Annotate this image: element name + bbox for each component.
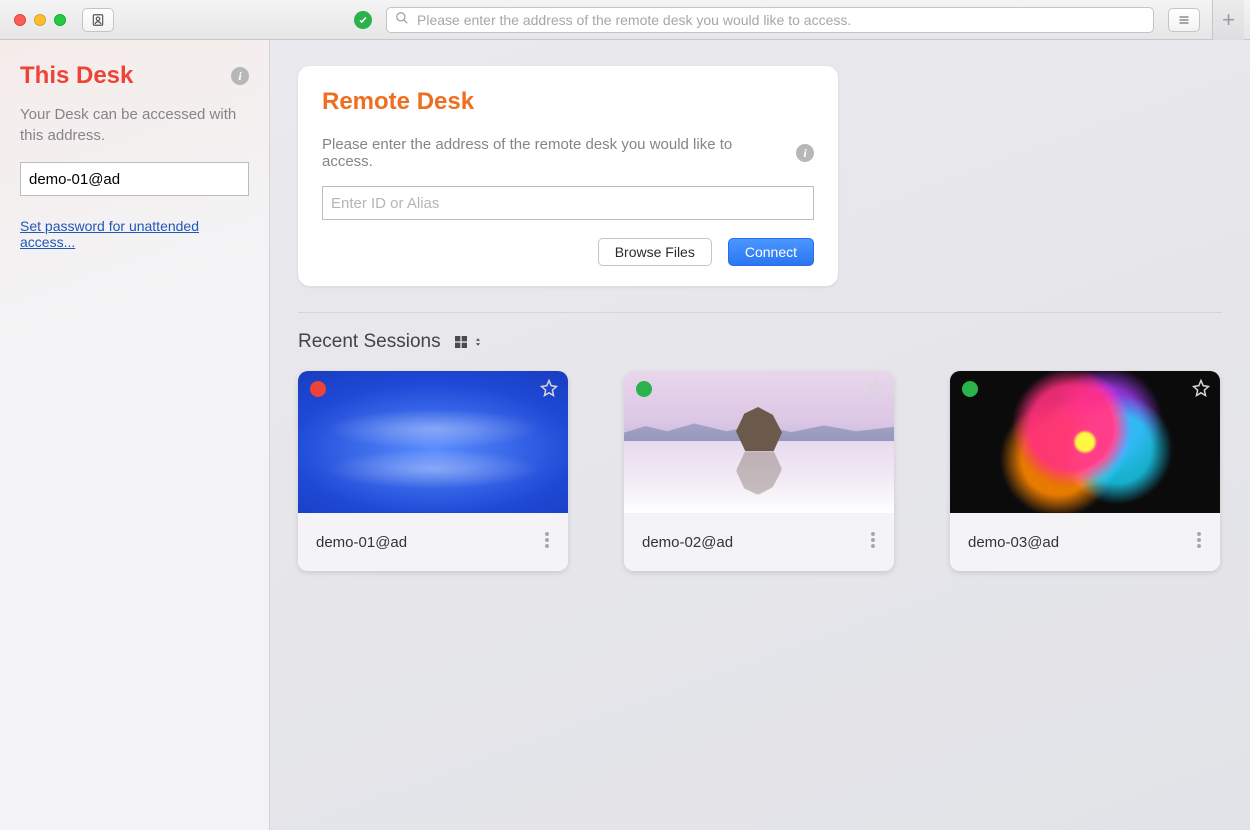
section-divider [298, 312, 1222, 313]
recent-sessions-header: Recent Sessions [298, 331, 1222, 353]
remote-desk-card: Remote Desk Please enter the address of … [298, 66, 838, 286]
plus-icon: + [1222, 7, 1235, 33]
session-menu-button[interactable] [870, 531, 876, 554]
kebab-icon [1196, 531, 1202, 549]
minimize-window-button[interactable] [34, 14, 46, 26]
maximize-window-button[interactable] [54, 14, 66, 26]
recent-sessions-title: Recent Sessions [298, 331, 441, 353]
remote-desk-info-icon[interactable]: i [796, 144, 814, 162]
session-status-dot [636, 381, 652, 397]
browse-files-button[interactable]: Browse Files [598, 238, 712, 266]
favorite-star-icon[interactable] [1192, 379, 1210, 402]
kebab-icon [544, 531, 550, 549]
search-icon [395, 11, 409, 28]
main-content: Remote Desk Please enter the address of … [270, 40, 1250, 830]
session-label: demo-03@ad [968, 534, 1059, 551]
remote-desk-description: Please enter the address of the remote d… [322, 136, 786, 170]
window-controls [14, 14, 66, 26]
session-thumbnail [298, 371, 568, 513]
session-card[interactable]: demo-02@ad [624, 371, 894, 571]
session-menu-button[interactable] [544, 531, 550, 554]
session-thumbnail [624, 371, 894, 513]
sort-arrows-icon [473, 334, 483, 350]
remote-desk-title: Remote Desk [322, 88, 814, 116]
this-desk-info-icon[interactable]: i [231, 67, 249, 85]
this-desk-title: This Desk [20, 62, 133, 90]
sessions-grid: demo-01@ad dem [298, 371, 1222, 571]
menu-button[interactable] [1168, 8, 1200, 32]
session-card[interactable]: demo-03@ad [950, 371, 1220, 571]
remote-address-input[interactable] [322, 186, 814, 220]
address-book-icon [91, 13, 105, 27]
titlebar-address-input[interactable] [415, 11, 1145, 29]
session-thumbnail [950, 371, 1220, 513]
this-desk-address-input[interactable] [20, 162, 249, 196]
session-label: demo-01@ad [316, 534, 407, 551]
connection-status-icon [354, 11, 372, 29]
this-desk-description: Your Desk can be accessed with this addr… [20, 104, 249, 146]
session-label: demo-02@ad [642, 534, 733, 551]
address-book-button[interactable] [82, 8, 114, 32]
connect-button[interactable]: Connect [728, 238, 814, 266]
favorite-star-icon[interactable] [540, 379, 558, 402]
session-menu-button[interactable] [1196, 531, 1202, 554]
sidebar: This Desk i Your Desk can be accessed wi… [0, 40, 270, 830]
favorite-star-icon[interactable] [866, 379, 884, 402]
hamburger-icon [1177, 14, 1191, 26]
session-status-dot [962, 381, 978, 397]
titlebar-address-search[interactable] [386, 7, 1154, 33]
session-status-dot [310, 381, 326, 397]
set-password-link[interactable]: Set password for unattended access... [20, 218, 249, 250]
grid-view-icon [453, 334, 469, 350]
close-window-button[interactable] [14, 14, 26, 26]
kebab-icon [870, 531, 876, 549]
titlebar: + [0, 0, 1250, 40]
session-card[interactable]: demo-01@ad [298, 371, 568, 571]
sessions-view-toggle[interactable] [453, 334, 483, 350]
new-tab-button[interactable]: + [1212, 0, 1244, 40]
